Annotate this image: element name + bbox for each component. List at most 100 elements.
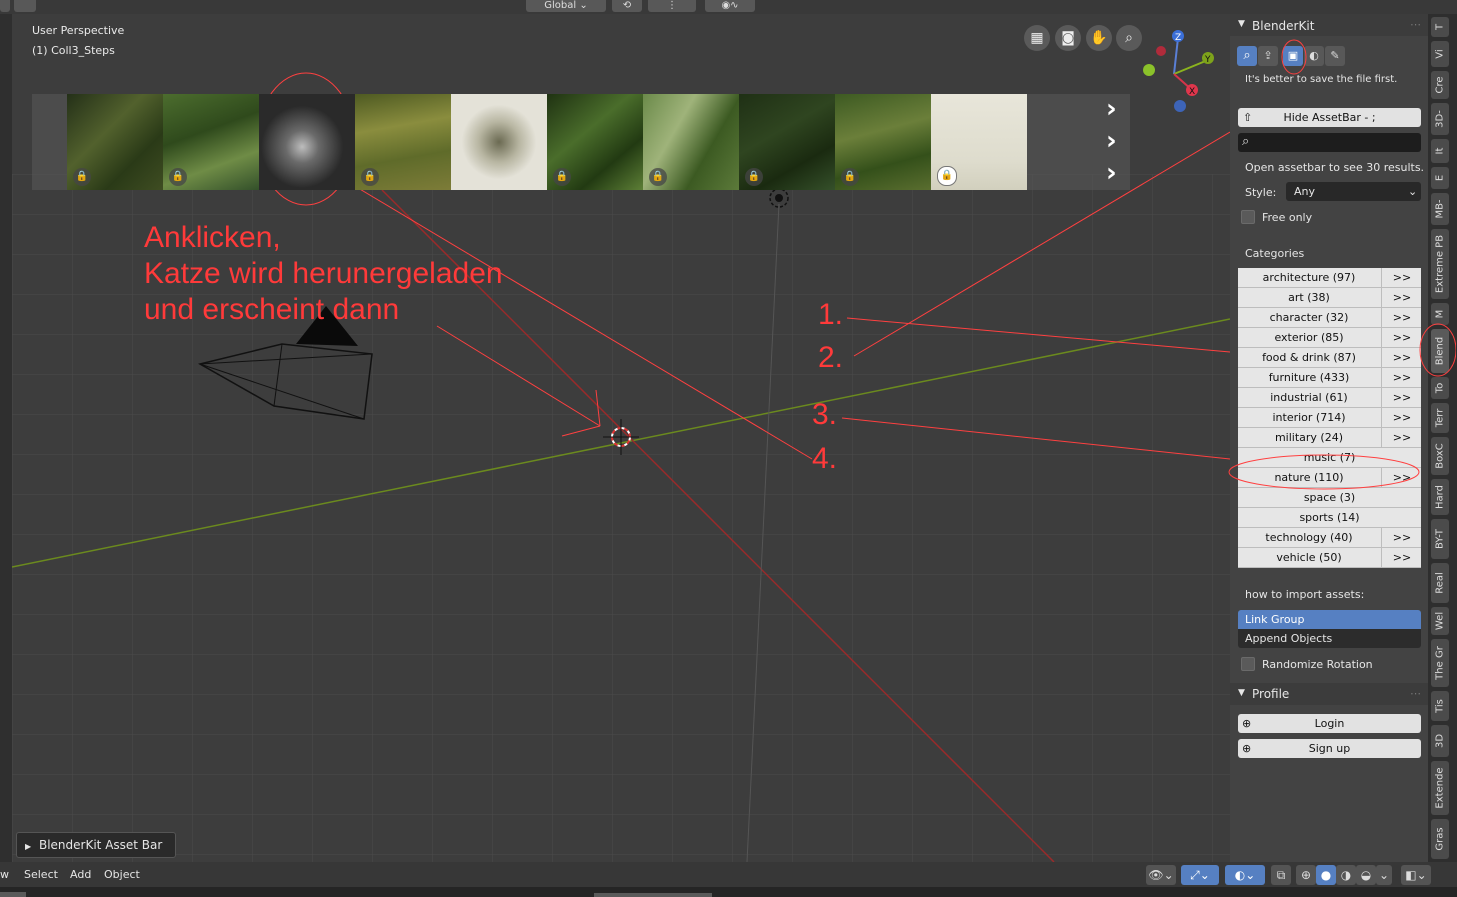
tab-extende[interactable]: Extende — [1431, 761, 1449, 815]
tab-the-gr[interactable]: The Gr — [1431, 639, 1449, 687]
category-open-button[interactable]: >> — [1381, 288, 1422, 307]
material-shading-icon[interactable]: ◑ — [1336, 865, 1356, 885]
asset-thumbnail[interactable]: 🔒 — [355, 94, 451, 190]
proportional-edit-icon[interactable]: ◉∿ — [705, 0, 755, 12]
mode-icon[interactable] — [0, 0, 10, 12]
menu-view[interactable]: w — [0, 868, 9, 881]
hand-pan-icon[interactable]: ✋ — [1086, 25, 1112, 51]
editor-type-icon[interactable]: ◧⌄ — [1401, 865, 1431, 885]
category-row[interactable]: food & drink (87) >> — [1238, 348, 1421, 368]
category-row[interactable]: sports (14) — [1238, 508, 1421, 528]
category-row[interactable]: military (24) >> — [1238, 428, 1421, 448]
asset-bar-ui-panel[interactable]: ▶ BlenderKit Asset Bar UI — [16, 832, 176, 858]
sidebar-tabs: T Vi Cre 3D- It E MB- Extreme PB M Blend… — [1419, 14, 1457, 862]
category-open-button[interactable]: >> — [1381, 428, 1422, 447]
tab-t[interactable]: T — [1431, 17, 1449, 37]
asset-thumbnail[interactable]: 🔒 — [739, 94, 835, 190]
tab-mb[interactable]: MB- — [1431, 193, 1449, 225]
asset-thumbnail[interactable] — [451, 94, 547, 190]
category-open-button[interactable]: >> — [1381, 408, 1422, 427]
asset-thumbnail-cat[interactable] — [259, 94, 355, 190]
annotation-ellipse — [1228, 454, 1420, 490]
append-objects-option[interactable]: Append Objects — [1238, 629, 1421, 648]
visibility-icon[interactable]: 👁⌄ — [1146, 865, 1176, 885]
toolbar-strip — [0, 14, 12, 862]
category-open-button[interactable]: >> — [1381, 548, 1422, 567]
tab-terr[interactable]: Terr — [1431, 403, 1449, 433]
tab-to[interactable]: To — [1431, 377, 1449, 399]
tab-real[interactable]: Real — [1431, 563, 1449, 603]
category-row[interactable]: art (38) >> — [1238, 288, 1421, 308]
asset-thumbnail[interactable]: 🔒 — [931, 94, 1027, 190]
pivot-icon[interactable]: ⟲ — [612, 0, 642, 12]
menu-select[interactable]: Select — [24, 868, 58, 881]
chevron-down-icon[interactable]: ⌄ — [1376, 865, 1392, 885]
hide-assetbar-button[interactable]: ⇧ Hide AssetBar - ; — [1238, 108, 1421, 127]
category-row[interactable]: furniture (433) >> — [1238, 368, 1421, 388]
menu-object[interactable]: Object — [104, 868, 140, 881]
tab-tis[interactable]: Tis — [1431, 691, 1449, 721]
tab-hard[interactable]: Hard — [1431, 479, 1449, 515]
tab-wel[interactable]: Wel — [1431, 607, 1449, 635]
tab-gras[interactable]: Gras — [1431, 819, 1449, 859]
category-row[interactable]: technology (40) >> — [1238, 528, 1421, 548]
blenderkit-panel-header[interactable]: ▼ BlenderKit ⋯ — [1230, 14, 1428, 36]
xray-icon[interactable]: ⧉ — [1271, 865, 1291, 885]
chevron-right-icon[interactable]: › — [1106, 96, 1117, 122]
chevron-right-icon[interactable]: › — [1106, 160, 1117, 186]
chevron-down-icon: ⌄ — [579, 0, 588, 11]
rendered-shading-icon[interactable]: ◒ — [1356, 865, 1376, 885]
search-icon[interactable]: ⌕ — [1237, 46, 1257, 66]
profile-panel-header[interactable]: ▼ Profile ⋯ — [1230, 683, 1428, 705]
signup-button[interactable]: ⊕ Sign up — [1238, 739, 1421, 758]
category-row[interactable]: character (32) >> — [1238, 308, 1421, 328]
category-open-button[interactable]: >> — [1381, 388, 1422, 407]
camera-view-icon[interactable]: ◙ — [1055, 25, 1081, 51]
wireframe-shading-icon[interactable]: ⊕ — [1296, 865, 1316, 885]
select-mode-icon[interactable] — [14, 0, 36, 12]
asset-thumbnail[interactable]: 🔒 — [643, 94, 739, 190]
drag-handle-icon[interactable]: ⋯ — [1410, 18, 1421, 31]
brush-asset-icon[interactable]: ✎ — [1325, 46, 1345, 66]
category-row[interactable]: industrial (61) >> — [1238, 388, 1421, 408]
category-row[interactable]: architecture (97) >> — [1238, 268, 1421, 288]
snap-icon[interactable]: ⋮ — [648, 0, 696, 12]
tab-3d-2[interactable]: 3D — [1431, 725, 1449, 757]
tab-e[interactable]: E — [1431, 167, 1449, 189]
gizmo-toggle-icon[interactable]: ⤢⌄ — [1181, 865, 1219, 885]
asset-thumbnail[interactable]: 🔒 — [163, 94, 259, 190]
overlay-toggle-icon[interactable]: ◐⌄ — [1225, 865, 1265, 885]
link-group-option[interactable]: Link Group — [1238, 610, 1421, 629]
zoom-icon[interactable]: ⌕ — [1116, 25, 1142, 51]
tab-3d[interactable]: 3D- — [1431, 103, 1449, 135]
login-button[interactable]: ⊕ Login — [1238, 714, 1421, 733]
tab-cre[interactable]: Cre — [1431, 71, 1449, 99]
chevron-right-icon[interactable]: › — [1106, 128, 1117, 154]
orientation-dropdown[interactable]: Global ⌄ — [526, 0, 606, 12]
login-label: Login — [1314, 717, 1345, 730]
tab-it[interactable]: It — [1431, 139, 1449, 163]
category-row[interactable]: interior (714) >> — [1238, 408, 1421, 428]
tab-extreme-pb[interactable]: Extreme PB — [1431, 229, 1449, 299]
drag-handle-icon[interactable]: ⋯ — [1410, 687, 1421, 700]
search-input[interactable]: ⌕ — [1238, 133, 1421, 152]
asset-thumbnail[interactable]: 🔒 — [547, 94, 643, 190]
free-only-checkbox[interactable] — [1241, 210, 1255, 224]
category-row[interactable]: exterior (85) >> — [1238, 328, 1421, 348]
tab-boxc[interactable]: BoxC — [1431, 437, 1449, 475]
category-open-button[interactable]: >> — [1381, 528, 1422, 547]
upload-icon[interactable]: ⇪ — [1258, 46, 1278, 66]
tab-vi[interactable]: Vi — [1431, 41, 1449, 67]
randomize-rotation-checkbox[interactable] — [1241, 657, 1255, 671]
category-row[interactable]: vehicle (50) >> — [1238, 548, 1421, 568]
menu-add[interactable]: Add — [70, 868, 91, 881]
free-only-label: Free only — [1262, 211, 1313, 224]
perspective-grid-icon[interactable]: ▦ — [1024, 25, 1050, 51]
asset-thumbnail[interactable]: 🔒 — [835, 94, 931, 190]
navigation-gizmo[interactable]: Z Y X — [1140, 26, 1218, 116]
asset-thumbnail[interactable]: 🔒 — [67, 94, 163, 190]
category-open-button[interactable]: >> — [1381, 268, 1422, 287]
solid-shading-icon[interactable]: ● — [1316, 865, 1336, 885]
tab-by-t[interactable]: BY-T — [1431, 519, 1449, 559]
style-dropdown[interactable]: Any ⌄ — [1286, 182, 1421, 201]
